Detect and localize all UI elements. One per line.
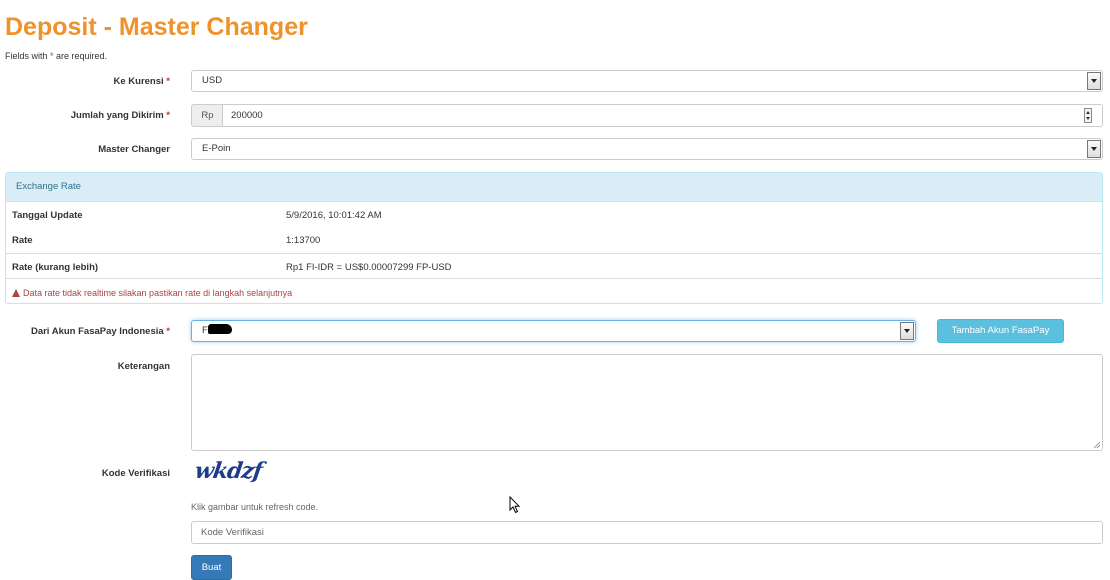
panel-divider — [6, 278, 1102, 279]
page-title: Deposit - Master Changer — [5, 13, 308, 41]
captcha-help-text: Klik gambar untuk refresh code. — [191, 502, 319, 512]
rate-warning: Data rate tidak realtime silakan pastika… — [12, 288, 292, 298]
submit-button[interactable]: Buat — [191, 555, 232, 580]
rate-key: Rate (kurang lebih) — [12, 262, 99, 273]
rate-value: 5/9/2016, 10:01:42 AM — [286, 210, 382, 221]
account-select[interactable]: FI — [191, 320, 916, 342]
account-label-text: Dari Akun FasaPay Indonesia — [30, 326, 164, 337]
required-note: Fields with * are required. — [5, 51, 107, 61]
currency-prefix-addon: Rp — [191, 104, 223, 127]
currency-required-star: * — [166, 76, 170, 87]
resize-grip-icon[interactable] — [1094, 442, 1100, 448]
rate-value: Rp1 FI-IDR = US$0.00007299 FP-USD — [286, 262, 452, 273]
chevron-down-icon[interactable] — [900, 322, 914, 340]
account-label: Dari Akun FasaPay Indonesia * — [31, 326, 170, 337]
required-note-prefix: Fields with — [5, 51, 51, 61]
verification-code-input[interactable]: Kode Verifikasi — [191, 521, 1103, 544]
currency-value: USD — [202, 75, 223, 86]
currency-select[interactable]: USD — [191, 70, 1103, 92]
master-changer-label: Master Changer — [98, 144, 170, 155]
exchange-rate-heading: Exchange Rate — [6, 173, 1102, 202]
required-note-suffix: are required. — [53, 51, 108, 61]
amount-input[interactable]: 200000 — [222, 104, 1103, 127]
amount-label: Jumlah yang Dikirim * — [71, 110, 170, 121]
chevron-down-icon[interactable] — [1087, 140, 1101, 158]
rate-warning-text: Data rate tidak realtime silakan pastika… — [23, 288, 293, 298]
amount-value: 200000 — [231, 110, 263, 121]
rate-key: Rate — [12, 235, 33, 246]
chevron-down-icon[interactable] — [1087, 72, 1101, 90]
warning-icon — [12, 289, 20, 297]
rate-key: Tanggal Update — [12, 210, 83, 221]
notes-label: Keterangan — [117, 361, 170, 372]
rate-value: 1:13700 — [286, 235, 321, 246]
amount-required-star: * — [166, 110, 170, 121]
redaction-mark — [208, 324, 233, 334]
currency-label: Ke Kurensi * — [114, 76, 171, 87]
notes-textarea[interactable] — [191, 354, 1103, 451]
rate-row-approx: Rate (kurang lebih) Rp1 FI-IDR = US$0.00… — [6, 253, 1102, 280]
verification-label: Kode Verifikasi — [101, 468, 170, 479]
account-required-star: * — [166, 326, 170, 337]
currency-label-text: Ke Kurensi — [113, 76, 164, 87]
mouse-cursor-icon — [509, 496, 521, 514]
master-changer-select[interactable]: E-Poin — [191, 138, 1103, 160]
amount-label-text: Jumlah yang Dikirim — [70, 110, 164, 121]
exchange-rate-panel: Exchange Rate Tanggal Update 5/9/2016, 1… — [5, 172, 1103, 304]
rate-row-rate: Rate 1:13700 — [6, 227, 1102, 253]
master-changer-value: E-Poin — [202, 143, 231, 154]
rate-row-update: Tanggal Update 5/9/2016, 10:01:42 AM — [6, 202, 1102, 228]
captcha-image[interactable]: wkdzf — [193, 458, 263, 484]
spinner-icon[interactable] — [1084, 108, 1092, 123]
add-fasapay-account-button[interactable]: Tambah Akun FasaPay — [937, 319, 1064, 343]
